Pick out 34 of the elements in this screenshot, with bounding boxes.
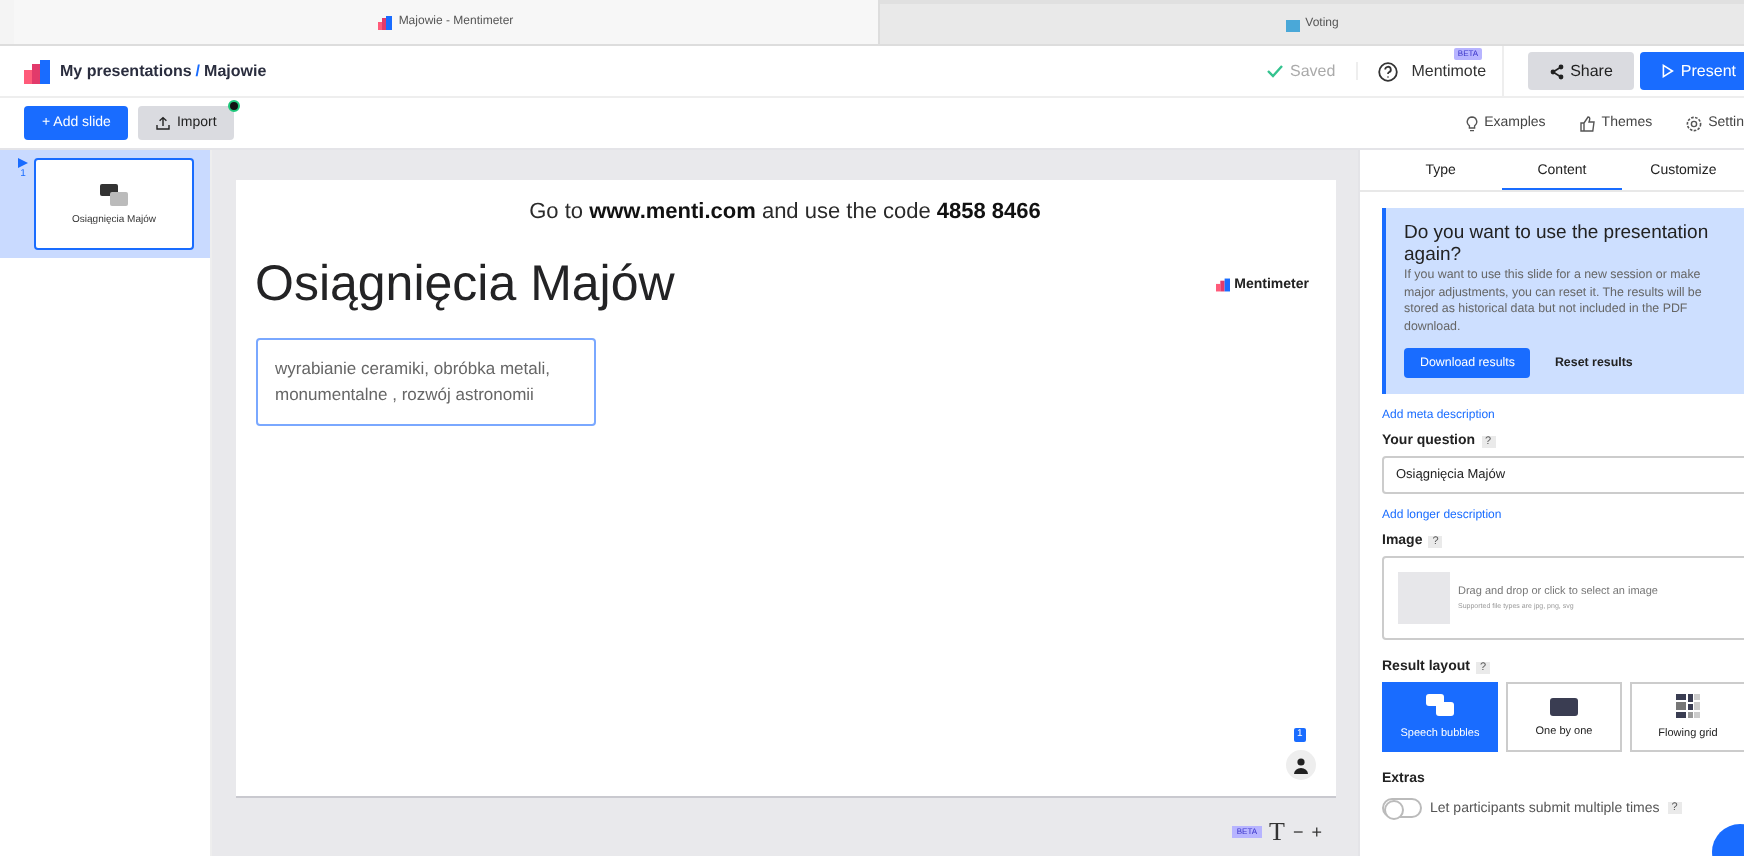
zoom-in-button[interactable]: +	[1311, 822, 1322, 842]
play-icon	[1662, 64, 1675, 78]
slide-description: wyrabianie ceramiki, obróbka metali, monumentalne , rozwój astronomii	[255, 338, 595, 426]
grid-icon	[1676, 694, 1700, 719]
notice-title: Do you want to use the presentation again?	[1404, 222, 1711, 266]
breadcrumb-separator: /	[195, 62, 201, 80]
check-icon	[1266, 64, 1285, 78]
slide-title: Osiągnięcia Majów	[255, 256, 675, 314]
rectangle-icon	[1550, 697, 1578, 716]
logo-icon	[1216, 278, 1231, 292]
mentimote-button[interactable]: Mentimote	[1411, 62, 1487, 80]
help-icon[interactable]	[1377, 61, 1398, 81]
thumbs-up-icon	[1579, 115, 1596, 131]
person-icon	[1293, 757, 1307, 773]
join-instruction: Go to www.menti.com and use the code 4858 8466	[527, 200, 1043, 224]
settings-icon	[1686, 115, 1703, 131]
text-size-button[interactable]: T	[1269, 816, 1285, 848]
speech-bubbles-icon	[100, 183, 128, 205]
toggle-switch[interactable]	[1382, 798, 1422, 819]
logo-icon	[378, 15, 393, 29]
breadcrumb-link[interactable]: My presentations	[60, 62, 192, 80]
logo-icon	[24, 59, 50, 83]
upload-icon	[156, 116, 171, 130]
zoom-out-button[interactable]: −	[1292, 822, 1304, 842]
share-button[interactable]: Share	[1528, 52, 1635, 90]
share-icon	[1550, 63, 1565, 79]
saved-status: Saved	[1290, 62, 1336, 80]
speech-bubbles-icon	[1425, 694, 1455, 719]
present-button[interactable]: Present	[1640, 52, 1744, 90]
lightbulb-icon	[1466, 115, 1479, 131]
play-icon	[18, 158, 28, 168]
image-placeholder	[1398, 572, 1450, 625]
chart-icon	[1285, 17, 1300, 31]
presentation-name: Majowie	[204, 62, 267, 80]
